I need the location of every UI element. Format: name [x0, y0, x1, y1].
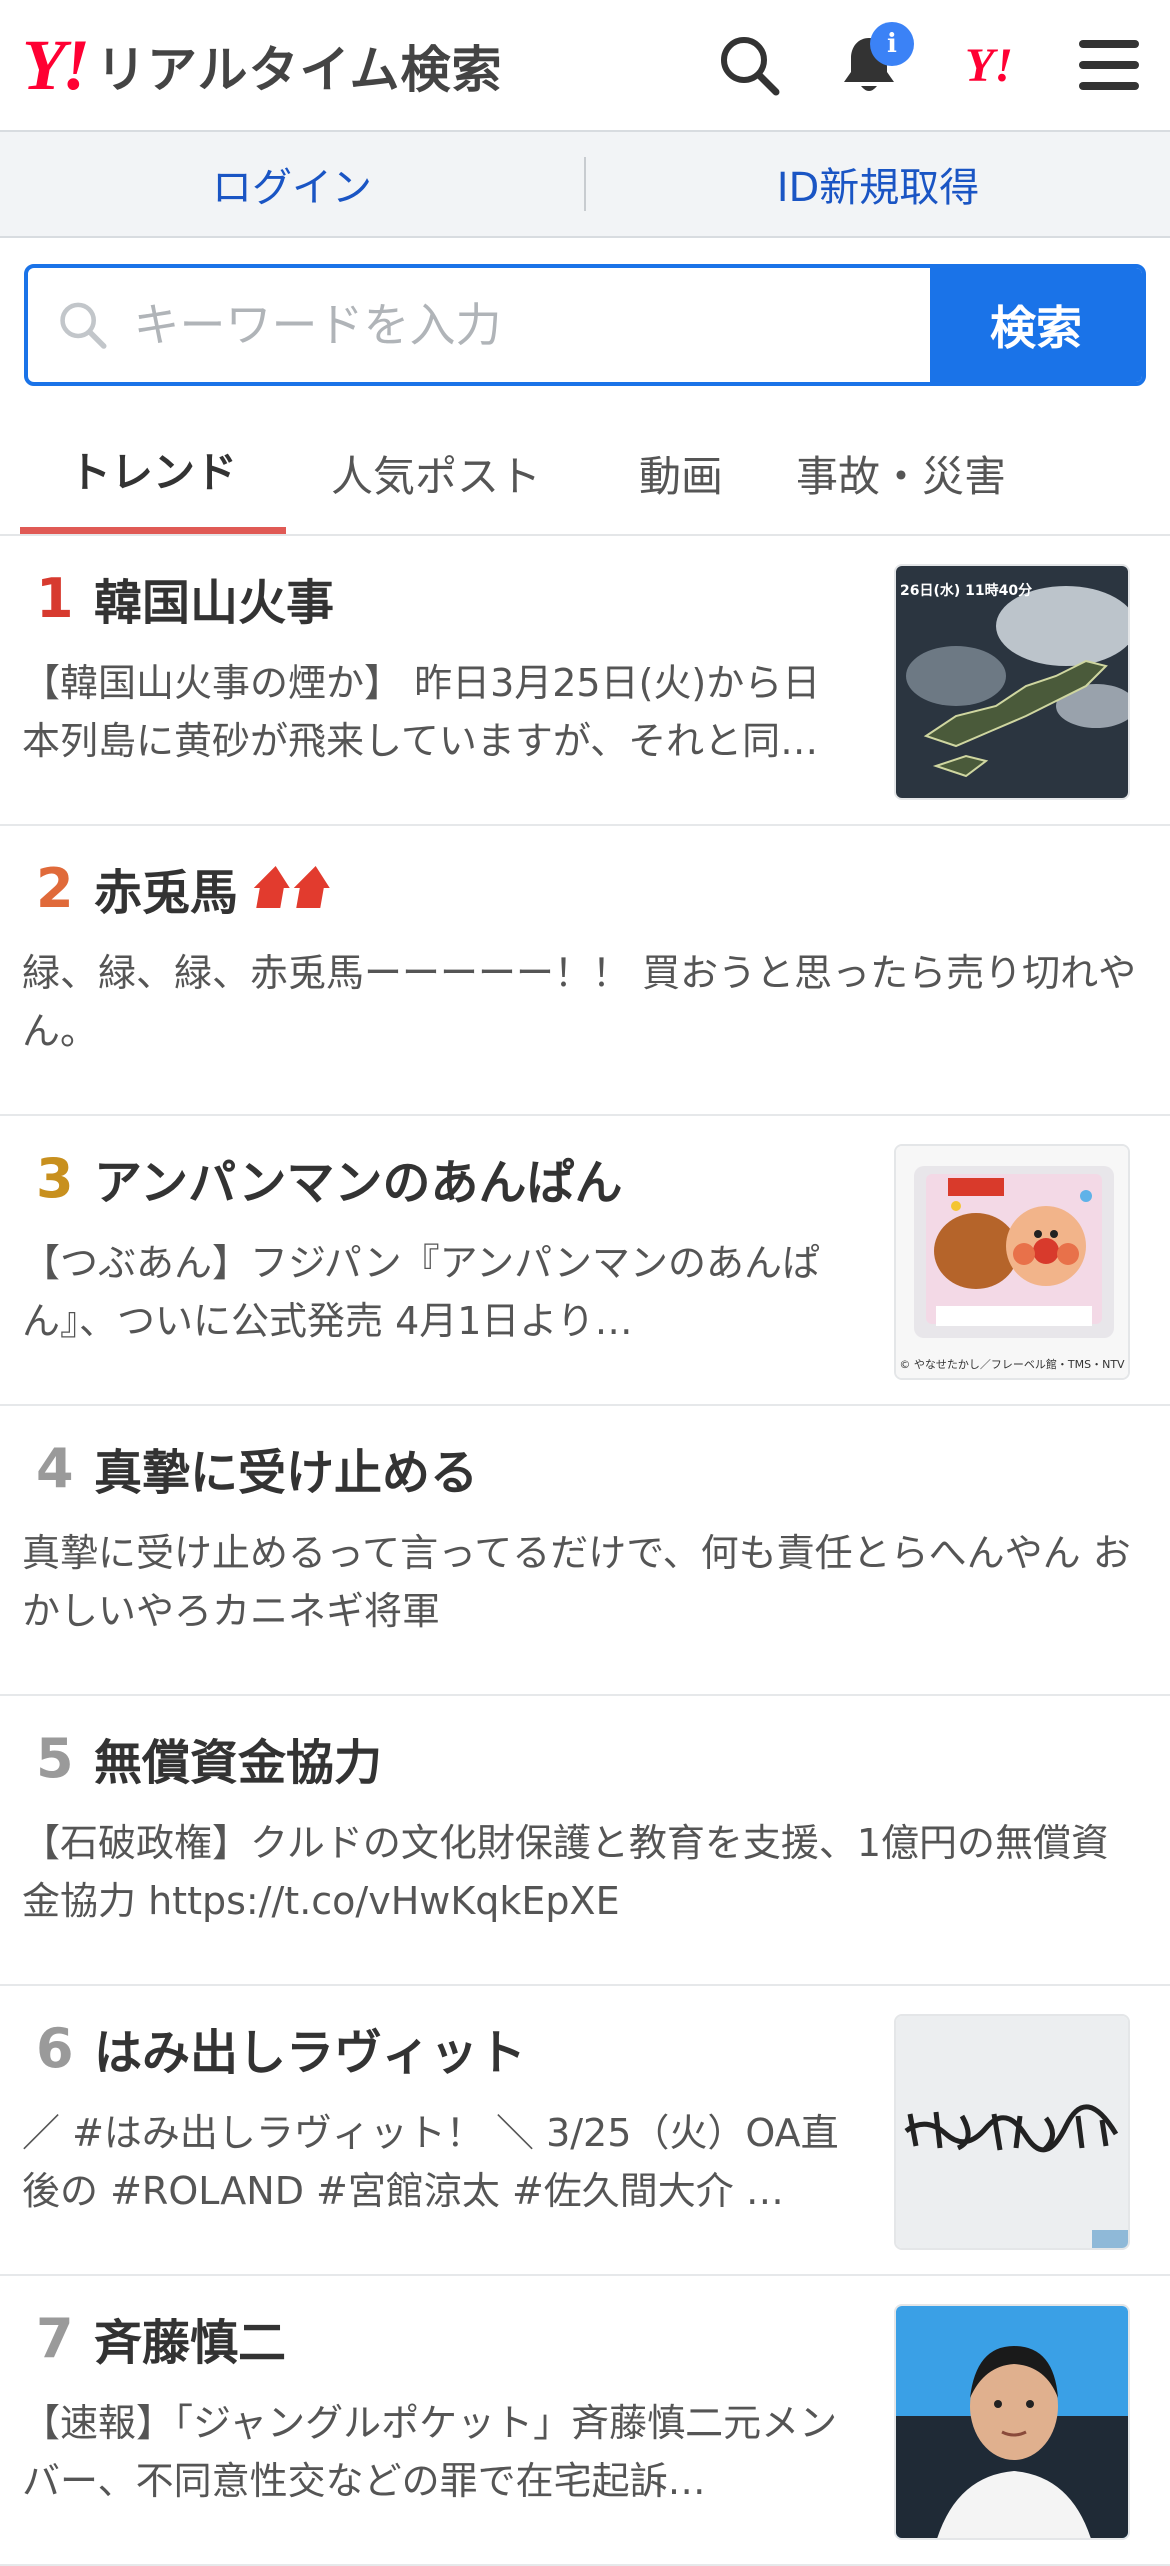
trend-title: 斉藤慎二	[94, 2315, 287, 2371]
tab-video[interactable]: 動画	[586, 412, 776, 534]
person-photo-thumbnail[interactable]	[894, 2304, 1130, 2540]
trend-snippet: 【速報】「ジャングルポケット」斉藤慎二元メンバー、不同意性交などの罪で在宅起訴…	[22, 2401, 838, 2503]
tab-trend[interactable]: トレンド	[20, 412, 286, 534]
double-up-arrow-icon	[252, 864, 334, 912]
trend-snippet: 【つぶあん】フジパン『アンパンマンのあんぱん』、ついに公式発売 4月1日より…	[22, 1241, 821, 1343]
category-tabs: トレンド 人気ポスト 動画 事故・災害	[0, 412, 1170, 536]
search-field-icon	[60, 302, 107, 349]
notification-badge: i	[870, 22, 914, 66]
trend-item[interactable]: 3 アンパンマンのあんぱん 【つぶあん】フジパン『アンパンマンのあんぱん』、つい…	[0, 1116, 1170, 1406]
trend-snippet: 【石破政権】クルドの文化財保護と教育を支援、1億円の無償資金協力 https:/…	[22, 1821, 1110, 1923]
tab-popular-posts[interactable]: 人気ポスト	[286, 412, 586, 534]
trend-title: 赤兎馬	[94, 865, 239, 921]
trend-title: 真摯に受け止める	[94, 1445, 479, 1501]
search-bar: 検索	[24, 264, 1146, 386]
trend-rank: 3	[36, 1146, 74, 1210]
thumbnail-caption: 26日(水) 11時40分	[900, 583, 1033, 599]
thumbnail-caption: © やなせたかし／フレーベル館・TMS・NTV	[899, 1358, 1125, 1371]
trend-rank: 1	[36, 566, 74, 630]
trend-snippet: 緑、緑、緑、赤兎馬ーーーーー！！ 買おうと思ったら売り切れやん。	[22, 951, 1137, 1053]
trend-title: はみ出しラヴィット	[94, 2025, 527, 2081]
trend-rank: 2	[36, 856, 74, 920]
trend-item[interactable]: 5 無償資金協力 【石破政権】クルドの文化財保護と教育を支援、1億円の無償資金協…	[0, 1696, 1170, 1986]
trend-snippet: ／ #はみ出しラヴィット！ ＼ 3/25（火）OA直後の #ROLAND #宮館…	[22, 2111, 839, 2213]
yahoo-top-link[interactable]: Y!	[958, 34, 1020, 96]
trend-rank: 4	[36, 1436, 74, 1500]
anpan-package-thumbnail[interactable]: © やなせたかし／フレーベル館・TMS・NTV	[894, 1144, 1130, 1380]
trend-rank: 6	[36, 2016, 74, 2080]
notification-bell-icon[interactable]: i	[838, 22, 914, 96]
search-field	[28, 268, 930, 382]
trend-item[interactable]: 1 韓国山火事 【韓国山火事の煙か】 昨日3月25日(火)から日本列島に黄砂が飛…	[0, 536, 1170, 826]
trend-snippet: 【韓国山火事の煙か】 昨日3月25日(火)から日本列島に黄砂が飛来していますが、…	[22, 661, 821, 763]
yahoo-small-logo: Y!	[965, 38, 1013, 92]
trend-rank: 7	[36, 2306, 74, 2370]
trend-snippet: 真摯に受け止めるって言ってるだけで、何も責任とらへんやん おかしいやろカニネギ将…	[22, 1531, 1131, 1633]
login-link[interactable]: ログイン	[0, 155, 584, 213]
trend-item[interactable]: 4 真摯に受け止める 真摯に受け止めるって言ってるだけで、何も責任とらへんやん …	[0, 1406, 1170, 1696]
register-link[interactable]: ID新規取得	[586, 155, 1170, 213]
trend-item[interactable]: 2 赤兎馬 緑、緑、緑、赤兎馬ーーーーー！！ 買おうと思ったら売り切れやん。	[0, 826, 1170, 1116]
handwritten-whiteboard-thumbnail[interactable]	[894, 2014, 1130, 2250]
app-header: Y! リアルタイム検索 i Y!	[0, 0, 1170, 132]
trend-rank: 5	[36, 1726, 74, 1790]
search-icon[interactable]	[718, 34, 780, 96]
hamburger-menu-icon[interactable]	[1078, 34, 1140, 96]
satellite-map-thumbnail[interactable]: 26日(水) 11時40分	[894, 564, 1130, 800]
yahoo-realtime-logo[interactable]: Y! リアルタイム検索	[22, 29, 503, 101]
tab-accident-disaster[interactable]: 事故・災害	[776, 412, 1026, 534]
trend-title: 韓国山火事	[94, 575, 335, 631]
account-bar: ログイン ID新規取得	[0, 132, 1170, 238]
trend-list: 1 韓国山火事 【韓国山火事の煙か】 昨日3月25日(火)から日本列島に黄砂が飛…	[0, 536, 1170, 2566]
yahoo-logo-mark: Y!	[22, 25, 90, 105]
trend-title: 無償資金協力	[94, 1735, 383, 1791]
trend-item[interactable]: 7 斉藤慎二 【速報】「ジャングルポケット」斉藤慎二元メンバー、不同意性交などの…	[0, 2276, 1170, 2566]
search-button[interactable]: 検索	[930, 268, 1142, 382]
search-input[interactable]	[131, 297, 930, 353]
trend-item[interactable]: 6 はみ出しラヴィット ／ #はみ出しラヴィット！ ＼ 3/25（火）OA直後の…	[0, 1986, 1170, 2276]
logo-title: リアルタイム検索	[96, 41, 503, 99]
trend-title: アンパンマンのあんぱん	[94, 1155, 623, 1211]
